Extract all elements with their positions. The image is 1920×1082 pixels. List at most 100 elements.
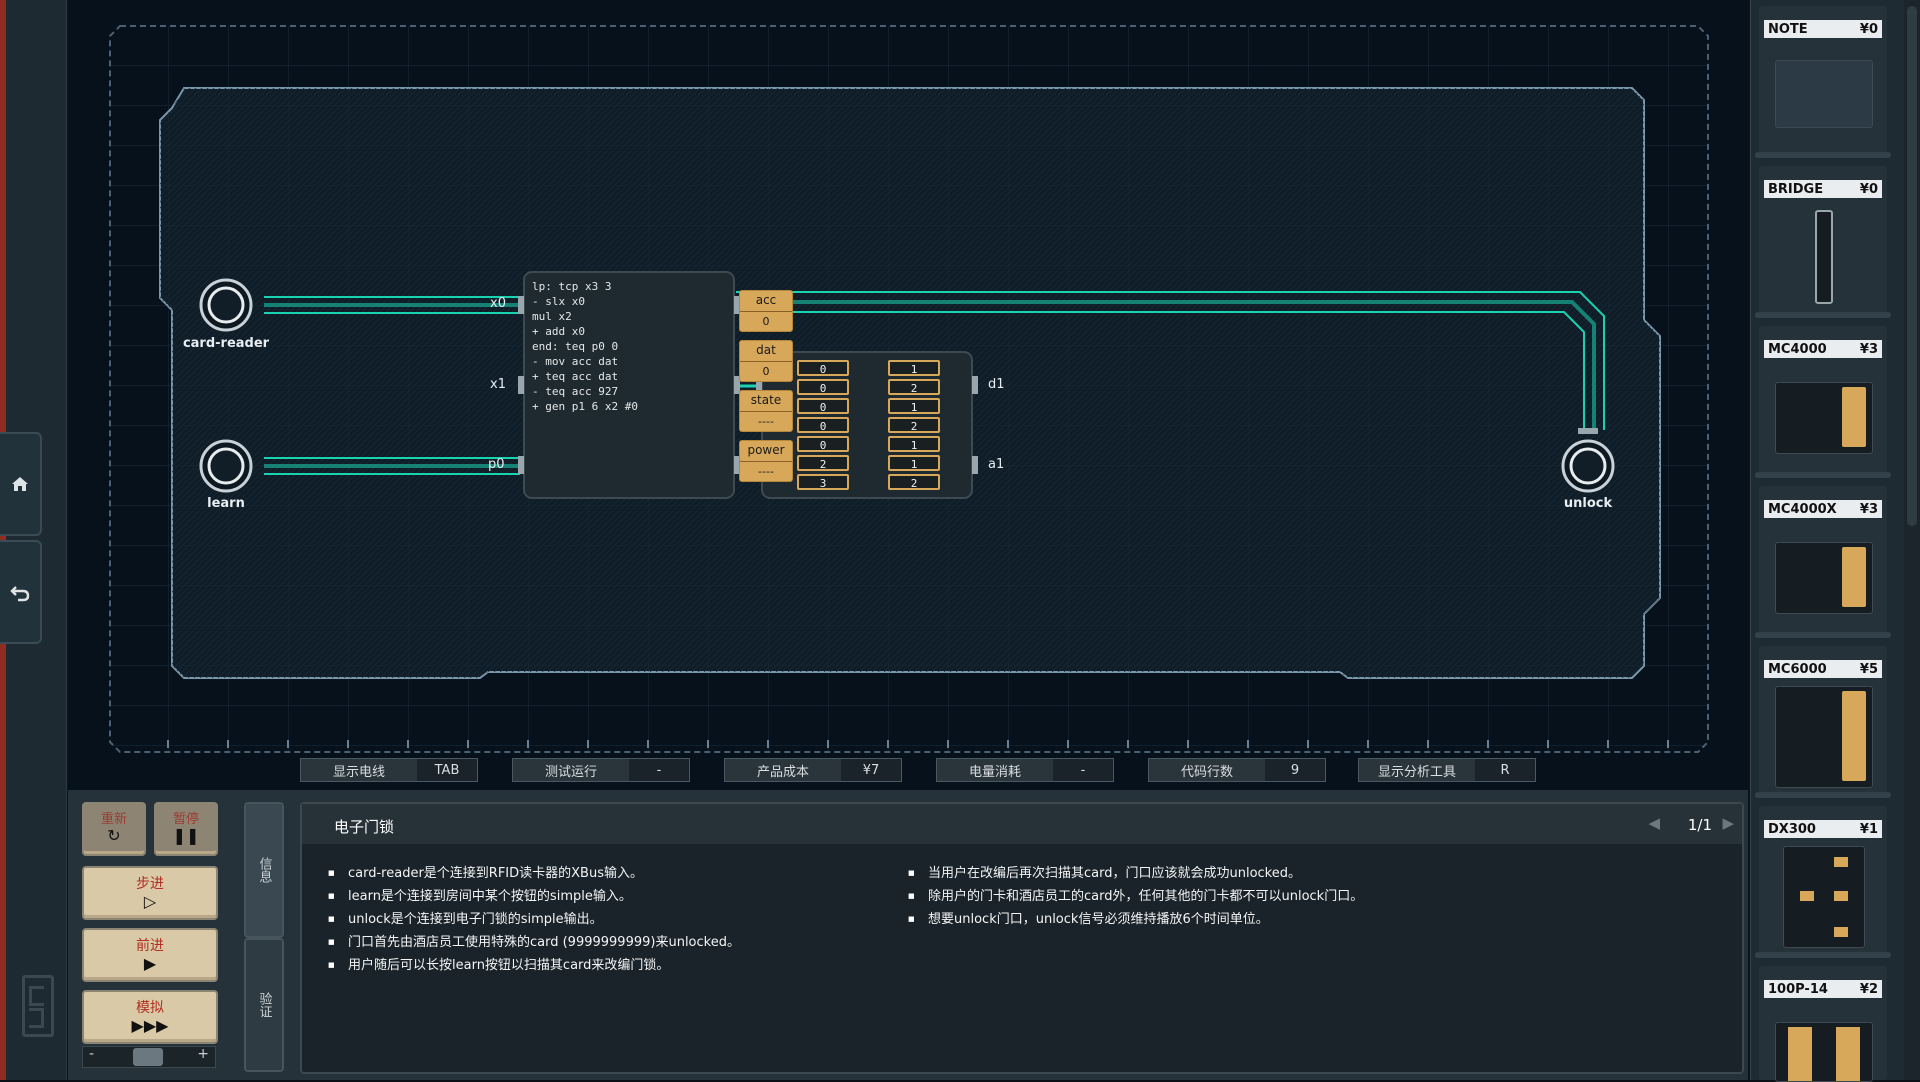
circuit-board: card-reader learn unlock x0 x1 p0 p1 d1 … bbox=[68, 0, 1748, 790]
bridge-thumbnail bbox=[1815, 210, 1833, 304]
reset-button[interactable]: 重新 ↻ bbox=[82, 802, 146, 856]
io-label-unlock: unlock bbox=[1563, 496, 1613, 511]
info-page-indicator: 1/1 bbox=[1687, 816, 1712, 834]
home-icon bbox=[12, 477, 28, 491]
stat-bar: 显示电线 TAB 测试运行 - 产品成本 ¥7 电量消耗 - 代码行数 9 显示分析工具 R bbox=[68, 748, 1748, 790]
register-state: state ---- bbox=[739, 390, 793, 432]
reset-icon: ↻ bbox=[107, 826, 121, 845]
speed-slider-handle[interactable] bbox=[133, 1048, 163, 1066]
speed-slider[interactable]: - + bbox=[82, 1046, 216, 1068]
register-dat: dat 0 bbox=[739, 340, 793, 382]
memory-cell: 1 bbox=[888, 455, 940, 471]
palette-item-price: ¥0 bbox=[1859, 21, 1878, 37]
list-item: 门口首先由酒店员工使用特殊的card (9999999999)来unlocked… bbox=[328, 931, 740, 954]
memory-cell: 1 bbox=[888, 398, 940, 414]
memory-cell: 0 bbox=[797, 360, 849, 376]
memory-cell: 1 bbox=[888, 360, 940, 376]
analysis-tool-button[interactable]: 显示分析工具 R bbox=[1358, 758, 1536, 782]
list-item: 想要unlock门口，unlock信号必须维持播放6个时间单位。 bbox=[908, 908, 1363, 931]
mcu-code-editor[interactable]: lp: tcp x3 3 - slx x0 mul x2 + add x0 en… bbox=[532, 280, 732, 430]
palette-item-name: MC4000X bbox=[1768, 501, 1837, 517]
board-grid bbox=[68, 0, 1748, 790]
code-line: - teq acc 927 bbox=[532, 385, 619, 398]
memory-cell: 1 bbox=[888, 436, 940, 452]
memory-cell: 0 bbox=[797, 417, 849, 433]
tab-verify[interactable]: 验证 bbox=[244, 938, 284, 1072]
code-line: end: teq p0 0 bbox=[532, 340, 619, 353]
pin-label-x1: x1 bbox=[490, 377, 506, 392]
mc6000-thumbnail bbox=[1775, 686, 1873, 788]
pin-label-a1: a1 bbox=[988, 457, 1005, 472]
palette-item-mc4000[interactable]: MC4000 ¥3 bbox=[1759, 326, 1887, 476]
list-item: learn是个连接到房间中某个按钮的simple输入。 bbox=[328, 885, 740, 908]
card-reader-port bbox=[199, 278, 253, 332]
pin-label-x0: x0 bbox=[490, 296, 506, 311]
lines-stat: 代码行数 9 bbox=[1148, 758, 1326, 782]
memory-cell: 2 bbox=[888, 474, 940, 490]
info-panel: 电子门锁 ◀ 1/1 ▶ card-reader是个连接到RFID读卡器的XBu… bbox=[300, 802, 1744, 1074]
next-page-icon[interactable]: ▶ bbox=[1722, 814, 1734, 832]
palette-item-mc4000x[interactable]: MC4000X ¥3 bbox=[1759, 486, 1887, 636]
test-run-stat: 测试运行 - bbox=[512, 758, 690, 782]
list-item: 当用户在改编后再次扫描其card，门口应该就会成功unlocked。 bbox=[908, 862, 1363, 885]
code-line: - mov acc dat bbox=[532, 355, 619, 368]
step-button[interactable]: 步进 ▷ bbox=[82, 866, 218, 920]
mc4000x-thumbnail bbox=[1775, 542, 1873, 614]
code-line: + gen p1 6 x2 #0 bbox=[532, 400, 638, 413]
fast-forward-icon: ▶▶▶ bbox=[131, 1016, 169, 1035]
prev-page-icon[interactable]: ◀ bbox=[1648, 814, 1660, 832]
list-item: 用户随后可以长按learn按钮以扫描其card来改编门锁。 bbox=[328, 954, 740, 977]
tab-info[interactable]: 信息 bbox=[244, 802, 284, 938]
palette-item-name: MC6000 bbox=[1768, 661, 1827, 677]
back-button[interactable] bbox=[0, 540, 42, 644]
memory-body bbox=[761, 351, 973, 499]
info-list-right: 当用户在改编后再次扫描其card，门口应该就会成功unlocked。 除用户的门… bbox=[908, 862, 1363, 931]
memory-cell: 2 bbox=[888, 417, 940, 433]
component-palette: NOTE ¥0 BRIDGE ¥0 MC4000 ¥3 MC4000X ¥3 MC600… bbox=[1750, 0, 1920, 1082]
scrollbar-thumb[interactable] bbox=[1907, 6, 1917, 526]
palette-scrollbar[interactable] bbox=[1904, 0, 1920, 1080]
game-logo bbox=[22, 975, 54, 1037]
palette-item-mc6000[interactable]: MC6000 ¥5 bbox=[1759, 646, 1887, 796]
palette-item-price: ¥0 bbox=[1859, 181, 1878, 197]
palette-item-price: ¥3 bbox=[1859, 501, 1878, 517]
mc4000-thumbnail bbox=[1775, 382, 1873, 454]
io-label-learn: learn bbox=[207, 496, 245, 511]
undo-icon bbox=[10, 586, 30, 602]
pin-label-d1: d1 bbox=[988, 377, 1005, 392]
learn-port bbox=[199, 439, 253, 493]
play-icon: ▶ bbox=[143, 954, 157, 973]
list-item: unlock是个连接到电子门锁的simple输出。 bbox=[328, 908, 740, 931]
note-thumbnail bbox=[1775, 60, 1873, 128]
power-stat: 电量消耗 - bbox=[936, 758, 1114, 782]
info-title: 电子门锁 bbox=[334, 818, 395, 836]
cost-stat: 产品成本 ¥7 bbox=[724, 758, 902, 782]
speed-minus[interactable]: - bbox=[89, 1046, 94, 1062]
speed-plus[interactable]: + bbox=[197, 1046, 209, 1062]
palette-item-name: DX300 bbox=[1768, 821, 1816, 837]
code-line: + teq acc dat bbox=[532, 370, 619, 383]
step-icon: ▷ bbox=[143, 892, 157, 911]
home-button[interactable] bbox=[0, 432, 42, 536]
pause-button[interactable]: 暂停 ❚❚ bbox=[154, 802, 218, 856]
palette-item-price: ¥1 bbox=[1859, 821, 1878, 837]
memory-cell: 0 bbox=[797, 379, 849, 395]
unlock-port bbox=[1561, 439, 1615, 493]
palette-item-note[interactable]: NOTE ¥0 bbox=[1759, 6, 1887, 156]
register-power: power ---- bbox=[739, 440, 793, 482]
info-list-left: card-reader是个连接到RFID读卡器的XBus输入。 learn是个连… bbox=[328, 862, 740, 977]
simulate-button[interactable]: 模拟 ▶▶▶ bbox=[82, 990, 218, 1044]
pause-icon: ❚❚ bbox=[172, 826, 200, 845]
palette-item-dx300[interactable]: DX300 ¥1 bbox=[1759, 806, 1887, 956]
palette-item-name: 100P-14 bbox=[1768, 981, 1828, 997]
palette-item-bridge[interactable]: BRIDGE ¥0 bbox=[1759, 166, 1887, 316]
code-line: + add x0 bbox=[532, 325, 585, 338]
list-item: 除用户的门卡和酒店员工的card外，任何其他的门卡都不可以unlock门口。 bbox=[908, 885, 1363, 908]
memory-cell: 3 bbox=[797, 474, 849, 490]
palette-item-100p-14[interactable]: 100P-14 ¥2 bbox=[1759, 966, 1887, 1082]
advance-button[interactable]: 前进 ▶ bbox=[82, 928, 218, 982]
code-line: lp: tcp x3 3 bbox=[532, 280, 612, 293]
toggle-wires-button[interactable]: 显示电线 TAB bbox=[300, 758, 478, 782]
dx300-thumbnail bbox=[1783, 846, 1865, 948]
io-label-card-reader: card-reader bbox=[182, 336, 270, 351]
